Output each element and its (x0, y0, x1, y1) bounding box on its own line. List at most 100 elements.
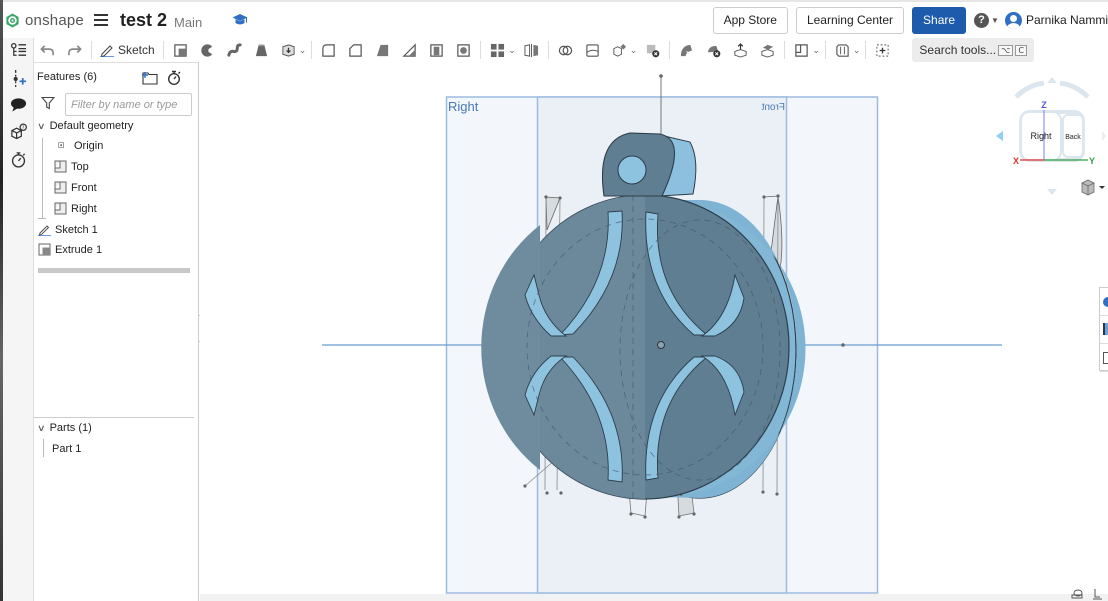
toolbar-separator (162, 41, 164, 59)
mate-tool-button[interactable] (1070, 587, 1084, 599)
3d-scene[interactable]: Right Front (200, 62, 1108, 601)
feature-right-plane[interactable]: Right (54, 202, 97, 215)
education-cap-icon[interactable] (232, 13, 248, 27)
appearance-icon (1103, 297, 1108, 307)
hole-button[interactable] (455, 42, 472, 59)
delete-face-button[interactable] (705, 42, 722, 59)
extrude-button[interactable] (172, 42, 189, 59)
cube-face-label-right: Right (1030, 131, 1052, 141)
stopwatch-icon[interactable] (166, 70, 182, 85)
chevron-down-icon[interactable]: ∨ (37, 121, 46, 132)
fillet-button[interactable] (320, 42, 337, 59)
transform-button[interactable] (611, 42, 628, 59)
user-menu[interactable]: Parnika Nammi (1004, 11, 1108, 29)
add-folder-icon[interactable] (142, 70, 158, 85)
delete-face-icon (708, 45, 721, 57)
revolve-button[interactable] (199, 42, 216, 59)
rib-button[interactable] (401, 42, 418, 59)
graphics-viewport[interactable]: Right Front (200, 62, 1108, 601)
feature-top-plane[interactable]: Top (54, 160, 89, 173)
modify-fillet-button[interactable] (678, 42, 695, 59)
sweep-button[interactable] (226, 42, 243, 59)
arrow-right-icon[interactable] (1102, 131, 1106, 141)
part-item[interactable]: Part 1 (52, 443, 81, 455)
filter-input[interactable] (65, 93, 192, 116)
feature-origin[interactable]: Origin (58, 140, 103, 152)
boolean-button[interactable] (557, 42, 574, 59)
split-button[interactable] (584, 42, 601, 59)
workspace-branch[interactable]: Main (174, 15, 202, 30)
feature-front-plane[interactable]: Front (54, 181, 97, 194)
arrow-left-icon[interactable] (996, 131, 1003, 141)
brand-name: onshape (25, 11, 84, 29)
move-face-button[interactable] (732, 42, 749, 59)
appearance-panel-button[interactable] (1100, 288, 1108, 316)
help-menu[interactable]: ? ▼ (974, 12, 999, 28)
view-cube[interactable]: Right Back Z X Y (994, 75, 1108, 205)
right-plane-label[interactable]: Right (448, 99, 479, 114)
bottom-tool-button[interactable] (1090, 587, 1104, 600)
main-menu-button[interactable] (93, 14, 108, 26)
insert-feature-button[interactable] (9, 69, 28, 88)
pattern-button[interactable] (489, 42, 506, 59)
section-view-button[interactable] (874, 42, 891, 59)
chamfer-button[interactable] (347, 42, 364, 59)
delete-part-button[interactable] (644, 42, 661, 59)
performance-button[interactable] (9, 150, 28, 169)
default-geometry-folder[interactable]: ∨ Default geometry (37, 120, 133, 132)
filter-icon[interactable] (41, 96, 55, 110)
properties-panel-button[interactable] (1100, 316, 1108, 344)
mate-connector-button[interactable] (834, 42, 851, 59)
document-title[interactable]: test 2 (120, 10, 167, 31)
pattern-icon (491, 43, 505, 57)
mirror-icon (524, 43, 538, 57)
feature-sketch-1[interactable]: Sketch 1 (38, 223, 98, 236)
origin-icon (58, 141, 64, 148)
rollback-bar[interactable] (38, 268, 190, 273)
share-button[interactable]: Share (912, 6, 967, 34)
user-name: Parnika Nammi (1025, 13, 1108, 27)
boolean-icon (558, 45, 572, 55)
chevron-down-icon[interactable]: ⌄ (299, 45, 307, 56)
arrow-down-icon[interactable] (1047, 189, 1057, 195)
view-mode-dropdown[interactable] (1081, 179, 1105, 196)
parts-folder[interactable]: ∨ Parts (1) (37, 422, 92, 434)
chevron-down-icon[interactable]: ∨ (37, 423, 46, 434)
chevron-down-icon[interactable]: ⌄ (630, 45, 638, 56)
add-point-icon (13, 70, 27, 87)
origin-marker[interactable] (657, 341, 665, 349)
chevron-down-icon[interactable]: ⌄ (812, 45, 820, 56)
toolbar-separator (784, 41, 786, 59)
mass-properties-panel-button[interactable] (1100, 344, 1108, 372)
chevron-down-icon[interactable]: ⌄ (853, 45, 861, 56)
thicken-button[interactable] (280, 42, 297, 59)
sketch-button[interactable]: Sketch (100, 43, 155, 57)
front-plane-label[interactable]: Front (761, 102, 785, 113)
replace-face-button[interactable] (759, 42, 776, 59)
learning-center-button[interactable]: Learning Center (795, 6, 905, 34)
rotate-arc-left[interactable] (1014, 80, 1045, 99)
onshape-logo[interactable]: onshape (5, 12, 84, 29)
shell-button[interactable] (428, 42, 445, 59)
toolbar-separator (547, 41, 549, 59)
app-store-button[interactable]: App Store (712, 6, 788, 34)
feature-label: Extrude 1 (55, 243, 103, 256)
draft-button[interactable] (374, 42, 391, 59)
arrow-up-icon[interactable] (1047, 77, 1057, 83)
loft-button[interactable] (253, 42, 270, 59)
feature-extrude-1[interactable]: Extrude 1 (38, 243, 102, 256)
rotate-arc-right[interactable] (1059, 80, 1090, 99)
mirror-button[interactable] (523, 42, 540, 59)
plane-button[interactable] (793, 42, 810, 59)
thicken-icon (282, 43, 295, 57)
extrude-icon (173, 43, 187, 57)
part-studio-tools-button[interactable]: ? (9, 122, 28, 141)
transform-icon (613, 43, 626, 57)
undo-button[interactable] (39, 42, 56, 59)
comments-button[interactable] (9, 95, 28, 114)
right-side-panel (1099, 287, 1108, 372)
redo-button[interactable] (66, 42, 83, 59)
chevron-down-icon[interactable]: ⌄ (508, 45, 516, 56)
feature-list-toggle[interactable] (9, 41, 28, 60)
search-tools-button[interactable]: Search tools... ⌥ C (912, 38, 1034, 62)
